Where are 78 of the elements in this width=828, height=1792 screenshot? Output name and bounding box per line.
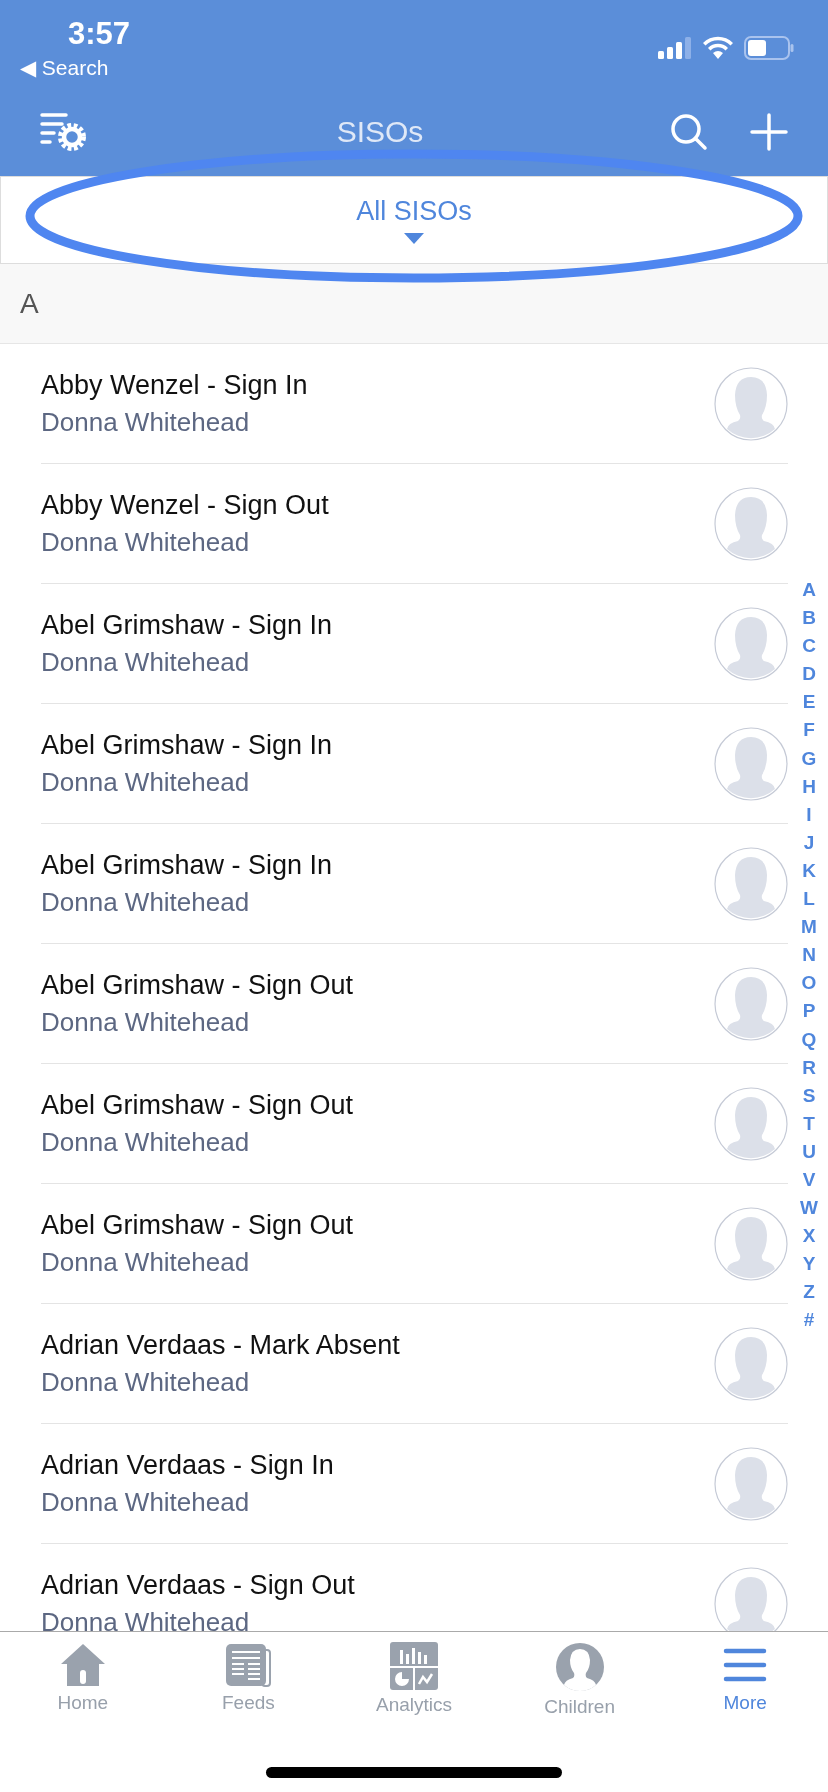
avatar-icon: [714, 1086, 788, 1161]
index-letter[interactable]: O: [801, 969, 817, 998]
entry-title[interactable]: Abel Grimshaw - Sign Out: [41, 969, 354, 1001]
index-letter[interactable]: E: [802, 688, 816, 717]
entry-subtitle: Donna Whitehead: [41, 886, 251, 918]
index-letter[interactable]: U: [802, 1137, 816, 1166]
index-letter[interactable]: P: [802, 997, 816, 1026]
index-letter[interactable]: K: [802, 856, 816, 886]
entry-subtitle: Donna Whitehead: [41, 1486, 251, 1518]
avatar-icon: [714, 966, 788, 1041]
entry-title[interactable]: Abel Grimshaw - Sign In: [41, 729, 333, 761]
wifi-icon: [702, 36, 734, 60]
tab-item[interactable]: Children: [496, 1642, 663, 1718]
index-letter[interactable]: A: [802, 576, 816, 605]
avatar-icon: [714, 486, 788, 561]
entry-title[interactable]: Abby Wenzel - Sign In: [41, 369, 308, 401]
entry-subtitle: Donna Whitehead: [41, 406, 251, 438]
avatar-icon: [714, 606, 788, 681]
index-letter[interactable]: F: [803, 716, 815, 745]
signal-icon: [658, 37, 692, 59]
index-letter[interactable]: I: [806, 800, 812, 829]
index-letter[interactable]: Y: [802, 1250, 816, 1279]
index-letter[interactable]: C: [802, 632, 816, 661]
entry-title[interactable]: Abel Grimshaw - Sign In: [41, 849, 333, 881]
status-time: 3:57: [68, 16, 131, 52]
avatar-icon: [714, 1446, 788, 1521]
index-letter[interactable]: N: [802, 941, 816, 970]
avatar-icon: [714, 1206, 788, 1281]
index-letter[interactable]: W: [800, 1194, 818, 1223]
index-letter[interactable]: D: [802, 660, 816, 689]
newspaper-icon: [224, 1642, 273, 1688]
index-letter[interactable]: R: [802, 1053, 816, 1082]
entry-title[interactable]: Adrian Verdaas - Mark Absent: [41, 1329, 400, 1361]
entry-subtitle: Donna Whitehead: [41, 526, 251, 558]
entry-title[interactable]: Abel Grimshaw - Sign In: [41, 609, 333, 641]
entry-title[interactable]: Abby Wenzel - Sign Out: [41, 489, 329, 521]
dashboard-icon: [390, 1642, 438, 1690]
screen-title: SISOs: [336, 115, 424, 149]
entry-subtitle: Donna Whitehead: [41, 1246, 251, 1278]
entry-title[interactable]: Adrian Verdaas - Sign In: [41, 1449, 334, 1481]
section-header: A: [0, 264, 828, 344]
index-letter[interactable]: G: [801, 744, 817, 773]
entry-subtitle: Donna Whitehead: [41, 1366, 251, 1398]
entry-title[interactable]: Abel Grimshaw - Sign Out: [41, 1209, 354, 1241]
tab-item[interactable]: Feeds: [165, 1642, 332, 1718]
filter-dropdown[interactable]: All SISOs: [356, 196, 472, 227]
index-letter[interactable]: Q: [801, 1025, 817, 1054]
person-icon: [554, 1642, 605, 1692]
index-letter[interactable]: V: [802, 1165, 816, 1195]
add-icon[interactable]: [750, 113, 788, 151]
index-letter[interactable]: J: [803, 828, 815, 857]
entry-title[interactable]: Adrian Verdaas - Sign Out: [41, 1569, 355, 1601]
index-letter[interactable]: #: [803, 1306, 815, 1335]
tab-item[interactable]: Home: [0, 1642, 166, 1718]
index-letter[interactable]: S: [802, 1081, 816, 1110]
entry-subtitle: Donna Whitehead: [41, 1006, 251, 1038]
caret-icon[interactable]: [404, 233, 424, 244]
index-letter[interactable]: M: [801, 913, 817, 942]
entry-subtitle: Donna Whitehead: [41, 1606, 251, 1632]
entry-subtitle: Donna Whitehead: [41, 1126, 251, 1158]
index-letter[interactable]: T: [803, 1109, 815, 1138]
index-letter[interactable]: X: [802, 1222, 816, 1251]
index-letter[interactable]: B: [802, 604, 816, 633]
entry-subtitle: Donna Whitehead: [41, 646, 251, 678]
avatar-icon: [714, 726, 788, 801]
tab-item[interactable]: Analytics: [331, 1642, 497, 1718]
avatar-icon: [714, 366, 788, 441]
index-letter[interactable]: L: [803, 885, 815, 914]
index-letter[interactable]: H: [802, 772, 816, 801]
battery-icon: [744, 36, 794, 60]
entry-title[interactable]: Abel Grimshaw - Sign Out: [41, 1089, 354, 1121]
tab-item[interactable]: More: [662, 1642, 828, 1718]
avatar-icon: [714, 1326, 788, 1401]
search-icon[interactable]: [670, 113, 708, 151]
back-link[interactable]: ◀ Search: [20, 56, 109, 80]
entry-subtitle: Donna Whitehead: [41, 766, 251, 798]
avatar-icon: [714, 846, 788, 921]
index-letter[interactable]: Z: [803, 1278, 815, 1307]
